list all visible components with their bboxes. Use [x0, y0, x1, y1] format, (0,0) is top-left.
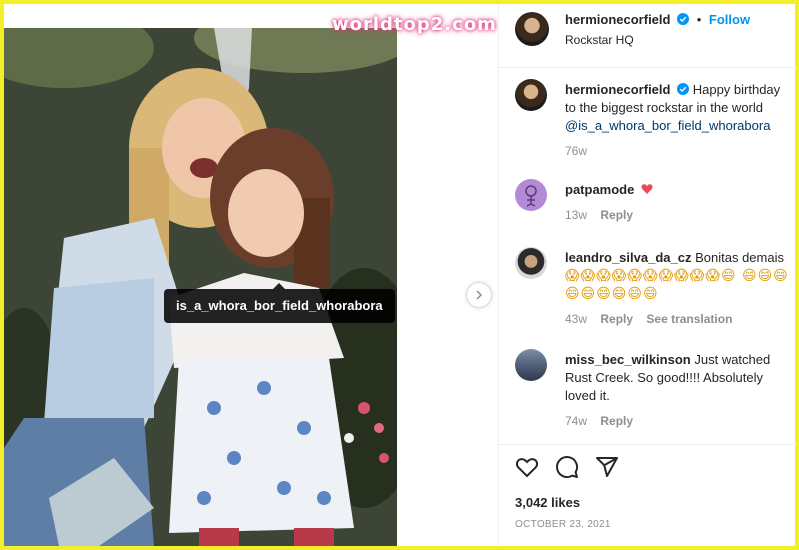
share-paper-plane-icon[interactable]: [595, 455, 619, 479]
watermark-text: worldtop2.com: [332, 14, 497, 35]
comment-time[interactable]: 76w: [565, 144, 587, 158]
photo-illustration: [4, 28, 397, 546]
chevron-right-icon: [476, 290, 483, 300]
post-media-pane: worldtop2.com is_a_whora_bor_field_whora…: [4, 4, 498, 546]
post-sidebar: hermionecorfield • Follow Rockstar HQ he…: [498, 4, 796, 546]
post-header: hermionecorfield • Follow Rockstar HQ: [499, 4, 796, 68]
author-username[interactable]: hermionecorfield: [565, 12, 670, 27]
post-photo[interactable]: [4, 28, 397, 546]
commenter-avatar[interactable]: [515, 179, 547, 211]
comment-emojis: 😱😱😱😱😱😱😱😱😱😱😄 😄😄😄😄😄😄😄😄😄: [565, 268, 789, 302]
post-date[interactable]: OCTOBER 23, 2021: [515, 519, 611, 530]
post-actions: 3,042 likes OCTOBER 23, 2021: [499, 444, 796, 546]
like-heart-icon[interactable]: [515, 455, 539, 479]
verified-badge-icon: [677, 13, 690, 25]
reply-button[interactable]: Reply: [600, 414, 633, 428]
heart-emoji-icon: [641, 184, 653, 194]
comment-username[interactable]: hermionecorfield: [565, 82, 670, 97]
comment-text: Bonitas demais: [695, 250, 784, 265]
commenter-avatar[interactable]: [515, 349, 547, 381]
next-photo-button[interactable]: [466, 282, 492, 308]
photo-user-tag[interactable]: is_a_whora_bor_field_whorabora: [164, 283, 395, 323]
comment-time[interactable]: 13w: [565, 208, 587, 222]
see-translation-button[interactable]: See translation: [646, 312, 732, 326]
comments-list[interactable]: hermionecorfield Happy birthday to the b…: [499, 69, 796, 444]
comment-username[interactable]: miss_bec_wilkinson: [565, 352, 691, 367]
author-line: hermionecorfield • Follow: [565, 12, 750, 27]
separator-dot: •: [696, 12, 702, 27]
likes-count[interactable]: 3,042 likes: [515, 495, 580, 510]
reply-button[interactable]: Reply: [600, 312, 633, 326]
reply-button[interactable]: Reply: [600, 208, 633, 222]
comment-time[interactable]: 43w: [565, 312, 587, 326]
commenter-avatar[interactable]: [515, 247, 547, 279]
verified-badge-icon: [677, 83, 690, 95]
comment-username[interactable]: patpamode: [565, 182, 634, 197]
avatar-logo-icon: [525, 185, 537, 207]
author-avatar[interactable]: [515, 12, 549, 46]
mention-link[interactable]: @is_a_whora_bor_field_whorabora: [565, 118, 770, 133]
commenter-avatar[interactable]: [515, 79, 547, 111]
comment-bubble-icon[interactable]: [555, 455, 579, 479]
comment-username[interactable]: leandro_silva_da_cz: [565, 250, 691, 265]
follow-button[interactable]: Follow: [709, 12, 750, 27]
comment-time[interactable]: 74w: [565, 414, 587, 428]
post-location[interactable]: Rockstar HQ: [565, 33, 634, 47]
